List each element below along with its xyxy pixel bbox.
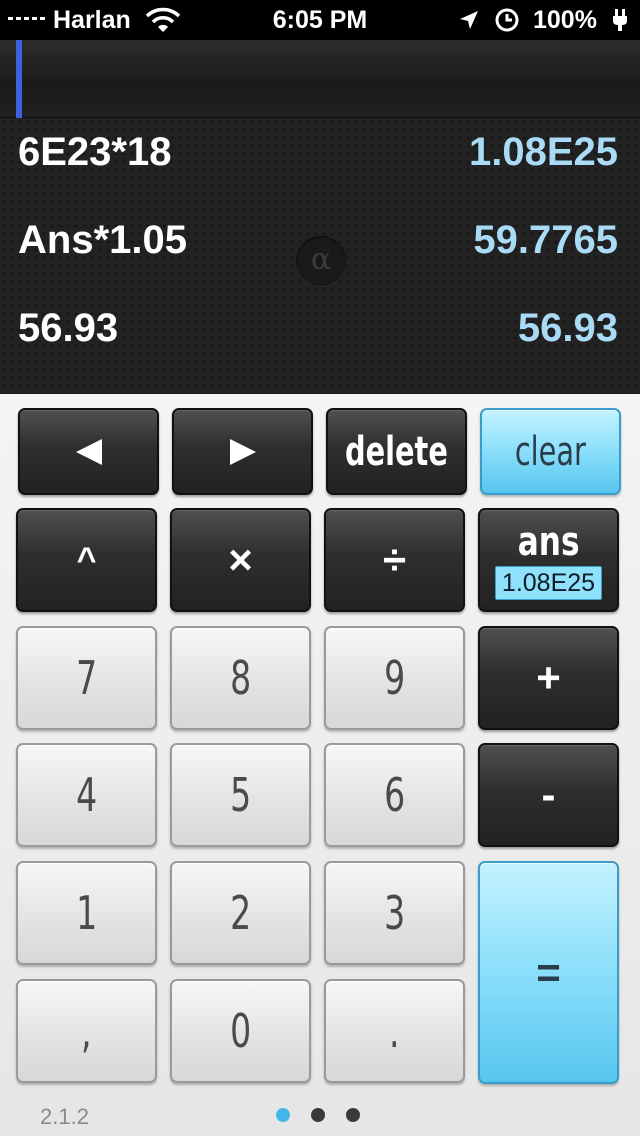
history-row[interactable]: 6E23*18 1.08E25 (0, 118, 640, 198)
decimal-point-label: . (389, 1004, 400, 1058)
decimal-point-button[interactable]: . (324, 979, 465, 1083)
divide-label: ÷ (382, 536, 407, 583)
equals-label: = (536, 948, 561, 996)
history-expression[interactable]: Ans*1.05 (18, 218, 187, 263)
charging-plug-icon (613, 9, 627, 31)
history-result[interactable]: 1.08E25 (469, 130, 618, 175)
digit-3-button[interactable]: 3 (324, 861, 465, 965)
history-list: 6E23*18 1.08E25 Ans*1.05 59.7765 56.93 5… (0, 118, 640, 394)
clear-button[interactable]: clear (480, 408, 621, 495)
digit-2-label: 2 (229, 886, 252, 940)
page-dot-2[interactable] (311, 1108, 325, 1122)
digit-5-label: 5 (229, 768, 252, 822)
digit-4-label: 4 (75, 768, 98, 822)
digit-2-button[interactable]: 2 (170, 861, 311, 965)
ans-value-display: 1.08E25 (494, 566, 603, 600)
comma-label: , (81, 1004, 92, 1058)
cursor-left-button[interactable] (18, 408, 159, 495)
digit-3-label: 3 (383, 886, 406, 940)
history-row[interactable]: 56.93 56.93 (0, 294, 640, 374)
minus-label: - (541, 771, 556, 818)
digit-9-button[interactable]: 9 (324, 626, 465, 730)
alpha-mode-button[interactable]: α (296, 236, 346, 286)
clear-label: clear (514, 428, 587, 475)
equals-button[interactable]: = (478, 861, 619, 1084)
digit-6-button[interactable]: 6 (324, 743, 465, 847)
history-result[interactable]: 59.7765 (473, 218, 618, 263)
delete-button[interactable]: delete (326, 408, 467, 495)
page-indicator[interactable] (276, 1108, 360, 1122)
version-label: 2.1.2 (40, 1104, 89, 1129)
digit-1-label: 1 (75, 886, 98, 940)
multiply-button[interactable]: × (170, 508, 311, 612)
history-expression[interactable]: 6E23*18 (18, 130, 171, 175)
battery-percentage: 100% (533, 6, 597, 34)
cursor-right-button[interactable] (172, 408, 313, 495)
digit-7-button[interactable]: 7 (16, 626, 157, 730)
multiply-label: × (228, 536, 253, 583)
ans-button[interactable]: ans 1.08E25 (478, 508, 619, 612)
expression-input[interactable] (0, 40, 640, 118)
alarm-clock-icon (495, 8, 519, 32)
digit-7-label: 7 (75, 651, 98, 705)
digit-9-label: 9 (383, 651, 406, 705)
digit-5-button[interactable]: 5 (170, 743, 311, 847)
history-expression[interactable]: 56.93 (18, 306, 118, 351)
history-result[interactable]: 56.93 (518, 306, 618, 351)
ans-label: ans (517, 519, 580, 565)
arrow-right-icon (229, 438, 256, 465)
digit-1-button[interactable]: 1 (16, 861, 157, 965)
digit-0-button[interactable]: 0 (170, 979, 311, 1083)
digit-6-label: 6 (383, 768, 406, 822)
minus-button[interactable]: - (478, 743, 619, 847)
comma-button[interactable]: , (16, 979, 157, 1083)
power-label: ^ (76, 540, 97, 579)
digit-8-label: 8 (229, 651, 252, 705)
arrow-left-icon (75, 438, 102, 465)
digit-4-button[interactable]: 4 (16, 743, 157, 847)
page-dot-3[interactable] (346, 1108, 360, 1122)
plus-label: + (536, 654, 561, 701)
plus-button[interactable]: + (478, 626, 619, 730)
location-arrow-icon (460, 11, 478, 29)
delete-label: delete (345, 428, 448, 475)
text-cursor (16, 40, 22, 118)
page-dot-1[interactable] (276, 1108, 290, 1122)
digit-0-label: 0 (229, 1004, 252, 1058)
divide-button[interactable]: ÷ (324, 508, 465, 612)
digit-8-button[interactable]: 8 (170, 626, 311, 730)
power-button[interactable]: ^ (16, 508, 157, 612)
status-bar: Harlan 6:05 PM 100% (0, 0, 640, 40)
